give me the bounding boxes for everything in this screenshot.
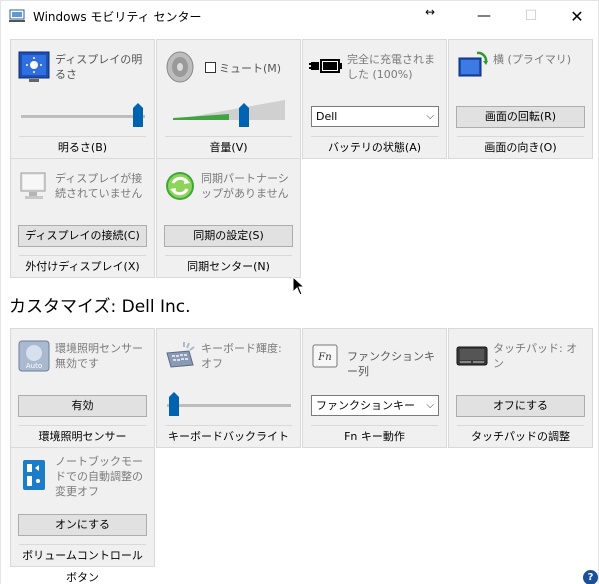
touchpad-footer: タッチパッドの調整 [457,425,584,447]
battery-plug-icon [309,59,342,73]
brightness-slider[interactable] [133,103,143,127]
touchpad-off-button[interactable]: オフにする [456,395,585,417]
keyboard-backlight-footer: キーボードバックライト [165,425,292,447]
touchpad-status: タッチパッド: オン [493,342,578,370]
display-brightness-icon [18,51,50,82]
volume-footer: 音量(V) [165,136,292,158]
sync-tile: 同期パートナーシップがありません 同期の設定(S) 同期センター(N) [156,158,301,278]
ambient-light-footer: 環境照明センサー [19,425,146,447]
power-plan-select[interactable]: Dell ⌵ [311,106,439,127]
keyboard-backlight-status: キーボード輝度: オフ [201,342,282,370]
volume-slider[interactable] [239,103,249,127]
fn-key-value: ファンクションキー [316,399,415,412]
keyboard-slider-track [167,404,291,407]
monitor-icon [20,172,46,199]
ambient-light-status: 環境照明センサー無効です [55,342,143,370]
sync-footer: 同期センター(N) [165,255,292,277]
fn-key-icon: Fn [312,344,338,368]
connect-display-button[interactable]: ディスプレイの接続(C) [18,225,147,247]
fn-key-select[interactable]: ファンクションキー ⌵ [311,395,439,416]
close-button[interactable]: ✕ [554,1,599,31]
custom-section-title: カスタマイズ: Dell Inc. [9,297,191,317]
notebook-mode-on-button[interactable]: オンにする [18,514,147,536]
ambient-light-sensor-icon: Auto [18,340,50,372]
resize-cursor-icon: ↔ [425,5,436,19]
ambient-light-tile: Auto 環境照明センサー無効です 有効 環境照明センサー [10,328,155,448]
mobility-center-content: ディスプレイの明るさ 明るさ(B) ミュート(M) 音量(V) 完全に充電されま… [0,31,599,584]
volume-level-wedge [173,100,285,120]
sync-status: 同期パートナーシップがありません [201,172,289,200]
svg-text:Auto: Auto [26,362,42,370]
touchpad-tile: タッチパッド: オン オフにする タッチパッドの調整 [448,328,593,448]
fn-key-label: ファンクションキー列 [347,350,435,378]
orientation-label: 横 (プライマリ) [493,53,572,66]
volume-control-button-footer: ボリュームコントロールボタン [19,544,146,584]
help-icon[interactable]: ? [583,570,598,584]
keyboard-backlight-icon [166,342,195,368]
orientation-tile: 横 (プライマリ) 画面の回転(R) 画面の向き(O) [448,39,593,159]
speaker-icon [166,51,194,83]
fn-key-tile: Fn ファンクションキー列 ファンクションキー ⌵ Fn キー動作 [302,328,447,448]
sync-icon [166,172,194,200]
battery-tile: 完全に充電されました (100%) Dell ⌵ バッテリの状態(A) [302,39,447,159]
mouse-cursor-icon [292,276,306,296]
title-bar: Windows モビリティ センター ↔ — ☐ ✕ [0,0,599,31]
rotate-display-icon [458,51,488,77]
external-display-footer: 外付けディスプレイ(X) [19,255,146,277]
mute-label: ミュート(M) [219,62,282,75]
minimize-button[interactable]: — [461,1,507,31]
chevron-down-icon: ⌵ [426,111,434,122]
keyboard-backlight-tile: キーボード輝度: オフ キーボードバックライト [156,328,301,448]
external-display-status: ディスプレイが接続されていません [55,172,143,200]
brightness-tile: ディスプレイの明るさ 明るさ(B) [10,39,155,159]
power-plan-value: Dell [316,110,338,123]
volume-control-button-icon [23,460,45,490]
volume-tile: ミュート(M) 音量(V) [156,39,301,159]
enable-ambient-button[interactable]: 有効 [18,395,147,417]
orientation-footer: 画面の向き(O) [457,136,584,158]
volume-control-button-tile: ノートブックモードでの自動調整の変更オフ オンにする ボリュームコントロールボタ… [10,447,155,584]
touchpad-icon [456,346,488,366]
notebook-mode-status: ノートブックモードでの自動調整の変更オフ [55,455,143,498]
battery-footer: バッテリの状態(A) [311,136,438,158]
window-title: Windows モビリティ センター [33,10,202,24]
fn-key-footer: Fn キー動作 [311,425,438,447]
brightness-label: ディスプレイの明るさ [55,53,143,81]
mute-checkbox-row[interactable]: ミュート(M) [205,61,300,76]
brightness-footer: 明るさ(B) [19,136,146,158]
svg-text:Fn: Fn [317,352,331,363]
maximize-button[interactable]: ☐ [508,1,554,31]
mute-checkbox[interactable] [205,62,216,73]
external-display-tile: ディスプレイが接続されていません ディスプレイの接続(C) 外付けディスプレイ(… [10,158,155,278]
battery-status-text: 完全に充電されました (100%) [347,53,435,81]
brightness-slider-track [21,115,145,118]
keyboard-backlight-slider[interactable] [169,392,179,416]
mobility-center-icon [9,9,25,22]
chevron-down-icon: ⌵ [426,400,434,411]
rotate-screen-button[interactable]: 画面の回転(R) [456,106,585,128]
sync-settings-button[interactable]: 同期の設定(S) [164,225,293,247]
